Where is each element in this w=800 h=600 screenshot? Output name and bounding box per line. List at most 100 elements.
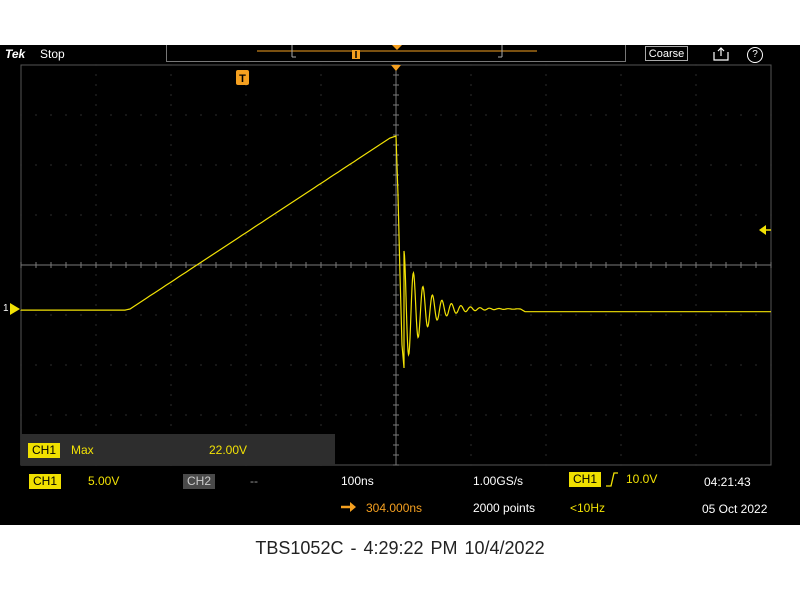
grid-dot: [320, 114, 322, 116]
grid-dot: [710, 164, 712, 166]
grid-dot: [620, 294, 622, 296]
grid-dot: [620, 304, 622, 306]
grid-dot: [635, 114, 637, 116]
grid-dot: [50, 114, 52, 116]
grid-dot: [245, 204, 247, 206]
grid-dot: [695, 334, 697, 336]
grid-dot: [65, 364, 67, 366]
grid-dot: [425, 214, 427, 216]
grid-dot: [620, 444, 622, 446]
grid-dot: [320, 404, 322, 406]
grid-dot: [650, 364, 652, 366]
channel-ground-icon[interactable]: [10, 303, 20, 315]
grid-dot: [740, 214, 742, 216]
grid-dot: [110, 314, 112, 316]
grid-dot: [545, 154, 547, 156]
grid-dot: [20, 314, 22, 316]
grid-dot: [470, 374, 472, 376]
grid-dot: [170, 114, 172, 116]
grid-dot: [125, 214, 127, 216]
time-per-div[interactable]: 100ns: [341, 474, 374, 488]
grid-dot: [140, 114, 142, 116]
grid-dot: [620, 424, 622, 426]
grid-dot: [335, 214, 337, 216]
grid-dot: [80, 164, 82, 166]
ch2-scale: --: [250, 474, 258, 488]
grid-dot: [635, 214, 637, 216]
grid-dot: [350, 114, 352, 116]
trigger-source-badge[interactable]: CH1: [569, 472, 602, 487]
grid-dot: [200, 164, 202, 166]
grid-dot: [95, 364, 97, 366]
grid-dot: [620, 64, 622, 66]
grid-dot: [290, 364, 292, 366]
grid-dot: [50, 364, 52, 366]
grid-dot: [695, 154, 697, 156]
grid-dot: [740, 114, 742, 116]
grid-dot: [35, 214, 37, 216]
grid-dot: [635, 414, 637, 416]
grid-dot: [695, 134, 697, 136]
grid-dot: [215, 314, 217, 316]
grid-dot: [320, 314, 322, 316]
grid-dot: [320, 104, 322, 106]
ch2-badge[interactable]: CH2: [183, 474, 216, 489]
grid-dot: [95, 384, 97, 386]
horizontal-position[interactable]: 304.000ns: [366, 501, 422, 515]
grid-dot: [470, 304, 472, 306]
grid-dot: [320, 384, 322, 386]
grid-dot: [710, 364, 712, 366]
grid-dot: [695, 464, 697, 466]
grid-dot: [755, 364, 757, 366]
grid-dot: [620, 404, 622, 406]
grid-dot: [470, 134, 472, 136]
grid-dot: [170, 94, 172, 96]
grid-dot: [35, 114, 37, 116]
ch1-badge[interactable]: CH1: [29, 474, 62, 489]
grid-dot: [215, 214, 217, 216]
grid-dot: [65, 164, 67, 166]
grid-dot: [590, 114, 592, 116]
grid-dot: [695, 364, 697, 366]
grid-dot: [440, 414, 442, 416]
grid-dot: [320, 204, 322, 206]
grid-dot: [665, 414, 667, 416]
grid-dot: [350, 414, 352, 416]
grid-dot: [545, 464, 547, 466]
grid-dot: [260, 164, 262, 166]
grid-dot: [95, 64, 97, 66]
grid-dot: [545, 454, 547, 456]
grid-dot: [245, 384, 247, 386]
grid-dot: [275, 214, 277, 216]
grid-dot: [695, 254, 697, 256]
measurement-panel[interactable]: CH1 Max 22.00V: [21, 434, 335, 465]
grid-dot: [125, 314, 127, 316]
grid-dot: [170, 354, 172, 356]
grid-dot: [500, 314, 502, 316]
grid-dot: [620, 164, 622, 166]
grid-dot: [470, 224, 472, 226]
grid-dot: [320, 144, 322, 146]
grid-dot: [560, 214, 562, 216]
grid-dot: [560, 414, 562, 416]
grid-dot: [470, 194, 472, 196]
grid-dot: [620, 454, 622, 456]
trigger-level-icon[interactable]: [758, 224, 772, 236]
grid-dot: [245, 284, 247, 286]
grid-dot: [170, 374, 172, 376]
grid-dot: [170, 364, 172, 366]
trigger-level[interactable]: 10.0V: [626, 472, 657, 486]
grid-dot: [485, 164, 487, 166]
grid-dot: [155, 314, 157, 316]
grid-dot: [95, 104, 97, 106]
grid-dot: [440, 314, 442, 316]
grid-dot: [260, 414, 262, 416]
grid-dot: [140, 364, 142, 366]
grid-dot: [215, 114, 217, 116]
grid-dot: [365, 164, 367, 166]
grid-dot: [365, 364, 367, 366]
grid-dot: [695, 384, 697, 386]
grid-dot: [320, 274, 322, 276]
grid-dot: [245, 424, 247, 426]
grid-dot: [320, 74, 322, 76]
